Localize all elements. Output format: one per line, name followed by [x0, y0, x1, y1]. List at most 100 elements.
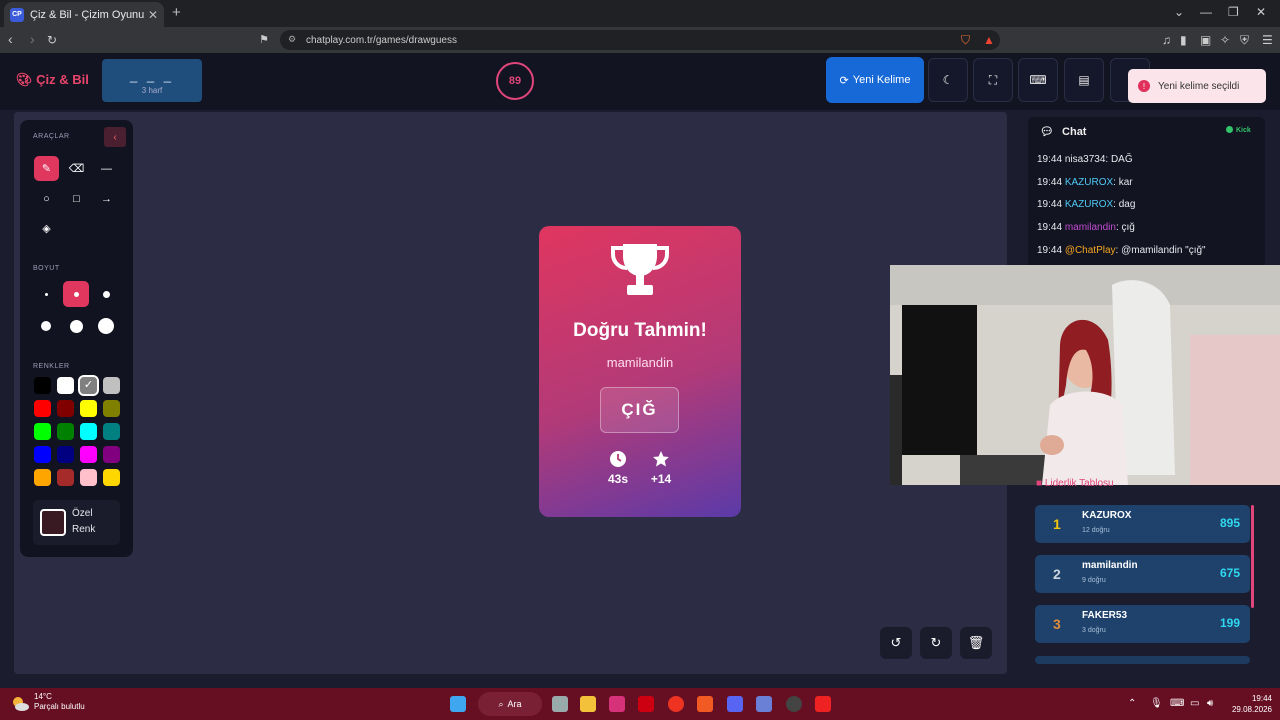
- message-user[interactable]: KAZUROX: [1065, 199, 1113, 210]
- opera-icon[interactable]: [668, 696, 684, 712]
- color-swatch[interactable]: [103, 423, 120, 440]
- color-swatch[interactable]: [80, 469, 97, 486]
- taskbar-search[interactable]: ⌕ Ara: [478, 692, 542, 716]
- color-swatch[interactable]: [57, 377, 74, 394]
- app-red-icon[interactable]: [815, 696, 831, 712]
- vpn-icon[interactable]: ⛨: [1240, 33, 1249, 48]
- color-swatch[interactable]: [103, 377, 120, 394]
- size-option-1[interactable]: [33, 281, 59, 307]
- minimize-button[interactable]: —: [1200, 5, 1212, 19]
- color-swatch[interactable]: [34, 446, 51, 463]
- restore-button[interactable]: ❐: [1228, 5, 1239, 19]
- custom-color-swatch[interactable]: [40, 509, 66, 536]
- instagram-icon[interactable]: [609, 696, 625, 712]
- weather-widget[interactable]: 14°C Parçalı bulutlu: [10, 692, 85, 712]
- circle-tool[interactable]: ○: [34, 186, 59, 211]
- points-value: +14: [650, 472, 672, 486]
- color-swatch[interactable]: [57, 469, 74, 486]
- color-swatch[interactable]: [57, 400, 74, 417]
- windows-start-icon[interactable]: [450, 696, 466, 712]
- media-icon[interactable]: ♫: [1162, 33, 1171, 47]
- brand-logo[interactable]: 🎨︎ Çiz & Bil: [16, 72, 89, 88]
- drawing-canvas[interactable]: [14, 112, 1007, 674]
- sidebar-icon[interactable]: ▮: [1180, 33, 1187, 47]
- back-button[interactable]: ‹: [8, 31, 13, 47]
- color-swatch[interactable]: [34, 400, 51, 417]
- keyboard-button[interactable]: ⌨: [1018, 58, 1058, 102]
- brave-shield-icon[interactable]: ⛉: [961, 33, 970, 48]
- discord-icon[interactable]: [727, 696, 743, 712]
- time-value: 43s: [607, 472, 629, 486]
- archive-button[interactable]: ▤: [1064, 58, 1104, 102]
- color-swatch[interactable]: [34, 469, 51, 486]
- new-word-button[interactable]: ⟳ Yeni Kelime: [826, 57, 924, 103]
- task-view-icon[interactable]: [552, 696, 568, 712]
- line-tool[interactable]: —: [94, 156, 119, 181]
- color-swatch[interactable]: [57, 423, 74, 440]
- arrow-tool[interactable]: →: [94, 186, 119, 211]
- fill-tool[interactable]: ◈: [34, 216, 59, 241]
- color-swatch[interactable]: [80, 446, 97, 463]
- new-word-label: Yeni Kelime: [852, 74, 911, 86]
- color-swatch[interactable]: [103, 469, 120, 486]
- message-user[interactable]: mamilandin: [1065, 222, 1116, 233]
- message-user[interactable]: @ChatPlay: [1065, 245, 1116, 256]
- color-swatch[interactable]: ✓: [78, 375, 99, 396]
- microphone-icon[interactable]: 🎙︎: [1150, 698, 1163, 709]
- dark-mode-button[interactable]: ☾: [928, 58, 968, 102]
- forward-button[interactable]: ›: [30, 31, 35, 47]
- keyboard-layout-icon[interactable]: ⌨: [1170, 698, 1184, 709]
- bookmark-icon[interactable]: ⚑: [259, 33, 269, 46]
- size-option-4[interactable]: [33, 313, 59, 339]
- clear-canvas-button[interactable]: 🗑︎: [960, 627, 992, 659]
- wallet-icon[interactable]: ▣: [1200, 33, 1211, 47]
- leaderboard-scrollbar[interactable]: [1251, 505, 1254, 608]
- message-user[interactable]: nisa3734: [1065, 154, 1106, 165]
- app-icon[interactable]: [756, 696, 772, 712]
- color-swatch[interactable]: [57, 446, 74, 463]
- menu-icon[interactable]: ☰: [1262, 33, 1273, 47]
- volume-icon[interactable]: 🔊︎: [1207, 698, 1213, 709]
- site-info-icon[interactable]: ⚙: [288, 34, 296, 45]
- moon-icon: ☾: [942, 73, 954, 87]
- pen-tool[interactable]: ✎: [34, 156, 59, 181]
- size-option-3[interactable]: [93, 281, 119, 307]
- close-tab-icon[interactable]: ✕: [148, 8, 158, 22]
- brave-icon[interactable]: [697, 696, 713, 712]
- reload-button[interactable]: ↻: [47, 33, 57, 47]
- color-swatch[interactable]: [103, 400, 120, 417]
- file-explorer-icon[interactable]: [580, 696, 596, 712]
- collapse-panel-button[interactable]: ‹: [104, 127, 126, 147]
- message-text: : çığ: [1115, 222, 1135, 234]
- square-icon: □: [73, 192, 80, 205]
- rectangle-tool[interactable]: □: [64, 186, 89, 211]
- fullscreen-button[interactable]: ⛶: [973, 58, 1013, 102]
- size-option-2[interactable]: [63, 281, 89, 307]
- color-swatch[interactable]: [34, 423, 51, 440]
- netflix-icon[interactable]: [638, 696, 654, 712]
- size-option-5[interactable]: [63, 313, 89, 339]
- word-mask: _ _ _: [130, 68, 174, 83]
- size-option-6[interactable]: [93, 313, 119, 339]
- tray-chevron-icon[interactable]: ⌃: [1128, 698, 1136, 709]
- taskbar-clock[interactable]: 19:44 29.08.2026: [1226, 693, 1272, 715]
- color-swatch[interactable]: [80, 423, 97, 440]
- browser-tab[interactable]: CP Çiz & Bil - Çizim Oyunu ✕: [4, 2, 164, 27]
- new-tab-button[interactable]: +: [172, 4, 181, 21]
- network-icon[interactable]: ▭: [1190, 698, 1199, 709]
- webcam-overlay: [890, 265, 1280, 485]
- eraser-tool[interactable]: ⌫: [64, 156, 89, 181]
- word-length: 3 harf: [141, 86, 163, 95]
- message-user[interactable]: KAZUROX: [1065, 177, 1113, 188]
- color-swatch[interactable]: [34, 377, 51, 394]
- brave-rewards-icon[interactable]: ▲: [983, 33, 995, 47]
- leo-ai-icon[interactable]: ✧: [1220, 33, 1230, 47]
- color-swatch[interactable]: [80, 400, 97, 417]
- tab-search-icon[interactable]: ⌄: [1174, 5, 1184, 19]
- undo-button[interactable]: ↺: [880, 627, 912, 659]
- color-swatch[interactable]: [103, 446, 120, 463]
- url-field[interactable]: ⚙ chatplay.com.tr/games/drawguess: [280, 30, 1000, 50]
- close-window-button[interactable]: ✕: [1256, 5, 1266, 19]
- redo-button[interactable]: ↻: [920, 627, 952, 659]
- obs-icon[interactable]: [786, 696, 802, 712]
